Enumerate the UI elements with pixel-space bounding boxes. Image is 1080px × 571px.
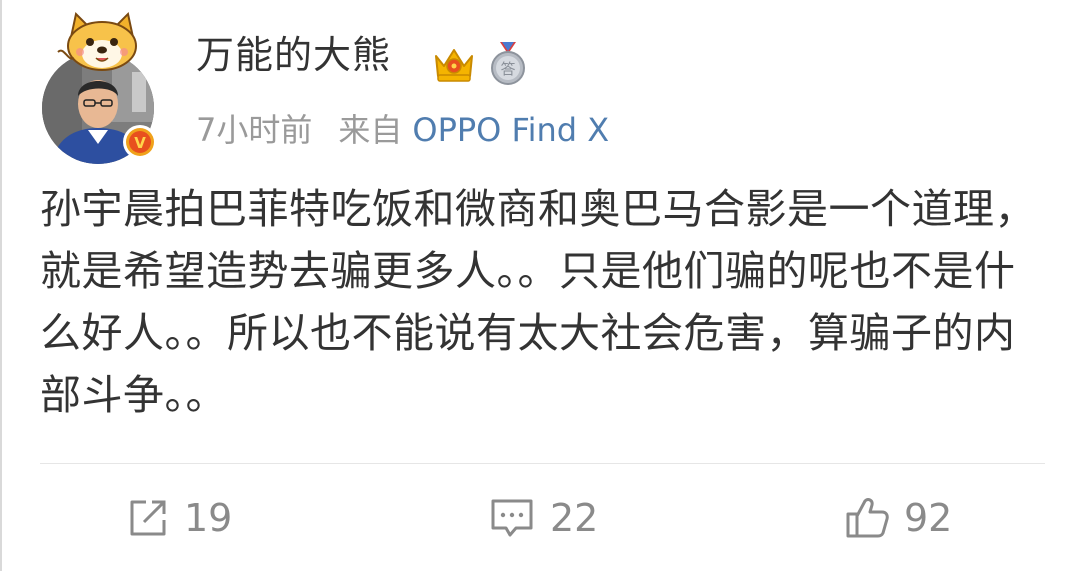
thumbs-up-icon (846, 498, 889, 538)
divider (40, 463, 1045, 464)
post-content: 孙宇晨拍巴菲特吃饭和微商和奥巴马合影是一个道理，就是希望造势去骗更多人。。只是他… (40, 185, 1036, 419)
comment-icon (491, 499, 533, 537)
like-count: 92 (904, 496, 953, 540)
medal-icon[interactable]: 答 (488, 40, 528, 86)
crown-icon[interactable] (432, 42, 476, 86)
source-label: 来自 (338, 111, 403, 149)
username[interactable]: 万能的大熊 (196, 36, 391, 74)
repost-button[interactable]: 19 (126, 490, 232, 546)
post-meta: 7小时前 来自 OPPO Find X (196, 114, 609, 146)
medal-text: 答 (500, 60, 515, 78)
dog-pendant-icon (57, 12, 137, 71)
verified-badge-text: V (134, 134, 146, 152)
repost-count: 19 (184, 496, 233, 540)
comment-count: 22 (550, 496, 599, 540)
repost-icon (130, 500, 166, 536)
post-time: 7小时前 (196, 111, 313, 149)
avatar-group[interactable]: V (38, 12, 168, 164)
like-button[interactable]: 92 (844, 490, 952, 546)
comment-button[interactable]: 22 (488, 490, 598, 546)
verified-badge-icon: V (122, 124, 158, 160)
weibo-post-card: V 万能的大熊 答 7小时前 来自 OPPO Find X 孙宇晨拍巴菲特吃饭和微商… (0, 0, 1080, 571)
source-device-link[interactable]: OPPO Find X (412, 111, 609, 149)
